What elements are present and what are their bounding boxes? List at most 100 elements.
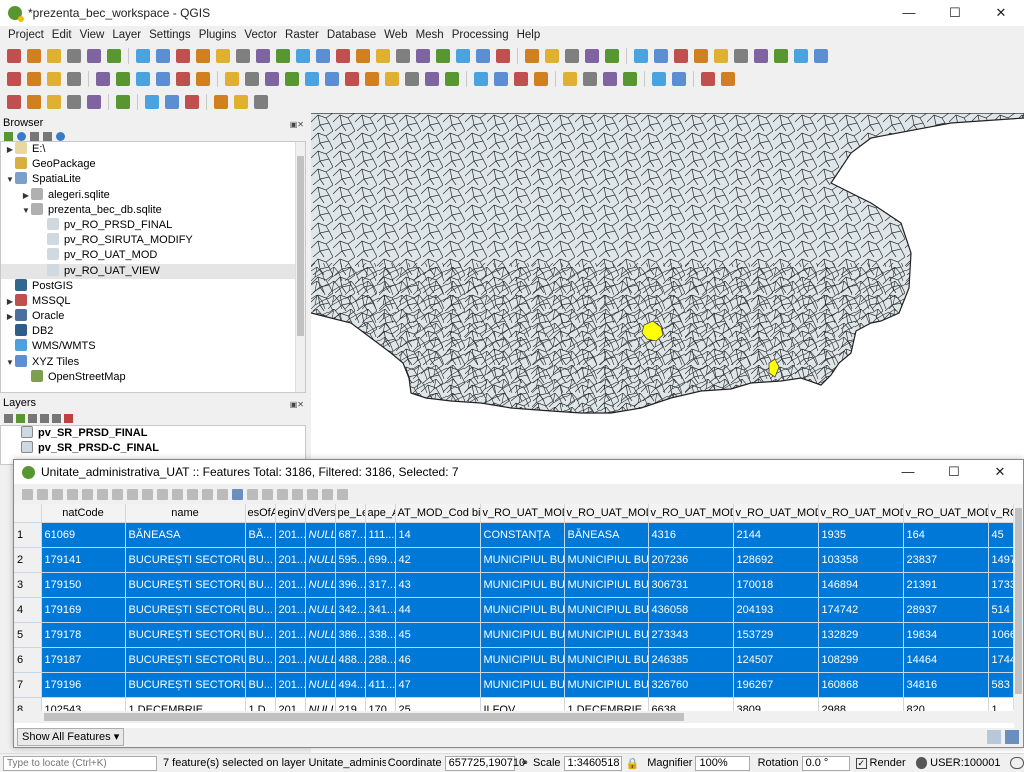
table-row[interactable]: 1 61069 BĂNEASA BĂ... 201... NULL 687... 111...… (14, 522, 1014, 548)
column-header[interactable]: esOfAu (245, 504, 276, 523)
toolbar-tool-icon[interactable] (565, 49, 579, 63)
column-header[interactable]: AT_MOD_Cod birou (395, 504, 481, 523)
toolbar-tool-icon[interactable] (494, 72, 508, 86)
table-cell[interactable]: BU... (245, 672, 276, 698)
toolbar-tool-icon[interactable] (345, 72, 359, 86)
table-cell[interactable]: 207236 (648, 547, 734, 573)
menu-project[interactable]: Project (4, 29, 48, 41)
toolbar-tool-icon[interactable] (216, 49, 230, 63)
maximize-button[interactable]: ☐ (932, 0, 978, 26)
attr-toolbar-icon[interactable] (142, 488, 153, 500)
table-cell[interactable]: BU... (245, 597, 276, 623)
table-cell[interactable]: BU... (245, 547, 276, 573)
lock-icon[interactable]: 🔒 (626, 757, 640, 770)
toolbar-tool-icon[interactable] (145, 95, 159, 109)
table-vertical-scrollbar[interactable] (1013, 504, 1023, 710)
toolbar-tool-icon[interactable] (156, 72, 170, 86)
toolbar-tool-icon[interactable] (236, 49, 250, 63)
column-header[interactable]: ape_A (365, 504, 396, 523)
attr-toolbar-icon[interactable] (307, 488, 318, 500)
toolbar-tool-icon[interactable] (265, 72, 279, 86)
table-cell[interactable]: 342... (335, 597, 366, 623)
toolbar-tool-icon[interactable] (545, 49, 559, 63)
toolbar-tool-icon[interactable] (96, 72, 110, 86)
form-view-icon[interactable] (987, 729, 1001, 744)
table-cell[interactable]: NULL (305, 547, 336, 573)
toolbar-tool-icon[interactable] (425, 72, 439, 86)
toolbar-tool-icon[interactable] (474, 72, 488, 86)
table-cell[interactable]: 201... (275, 572, 306, 598)
attr-toolbar-icon[interactable] (247, 488, 258, 500)
toolbar-tool-icon[interactable] (356, 49, 370, 63)
attr-toolbar-icon[interactable] (172, 488, 183, 500)
toolbar-tool-icon[interactable] (514, 72, 528, 86)
toolbar-tool-icon[interactable] (225, 72, 239, 86)
toolbar-tool-icon[interactable] (136, 72, 150, 86)
table-cell[interactable]: MUNICIPIUL BU... (480, 572, 565, 598)
browser-item[interactable]: ▶ Oracle (1, 309, 305, 324)
table-cell[interactable]: MUNICIPIUL BU... (480, 672, 565, 698)
toolbar-tool-icon[interactable] (654, 49, 668, 63)
table-cell[interactable]: NULL (305, 672, 336, 698)
table-cell[interactable]: 34816 (903, 672, 989, 698)
attr-toolbar-icon[interactable] (232, 488, 243, 500)
toolbar-tool-icon[interactable] (136, 49, 150, 63)
table-cell[interactable]: NULL (305, 597, 336, 623)
attr-toolbar-icon[interactable] (292, 488, 303, 500)
table-cell[interactable]: 132829 (818, 622, 904, 648)
table-cell[interactable]: BU... (245, 622, 276, 648)
table-cell[interactable]: 699... (365, 547, 396, 573)
table-cell[interactable]: 153729 (733, 622, 819, 648)
toolbar-tool-icon[interactable] (563, 72, 577, 86)
attr-toolbar-icon[interactable] (277, 488, 288, 500)
table-cell[interactable]: MUNICIPIUL BU... (480, 547, 565, 573)
table-cell[interactable]: BU... (245, 647, 276, 673)
toolbar-tool-icon[interactable] (67, 49, 81, 63)
table-cell[interactable]: MUNICIPIUL BU... (480, 647, 565, 673)
column-header[interactable]: pe_Ler (335, 504, 366, 523)
toolbar-tool-icon[interactable] (734, 49, 748, 63)
crs-label[interactable]: USER:100001 (930, 757, 1000, 769)
browser-item[interactable]: ▶ MSSQL (1, 293, 305, 309)
table-cell[interactable]: NULL (305, 522, 336, 548)
table-cell[interactable]: 103358 (818, 547, 904, 573)
toolbar-tool-icon[interactable] (416, 49, 430, 63)
toolbar-tool-icon[interactable] (296, 49, 310, 63)
table-cell[interactable]: 595... (335, 547, 366, 573)
table-cell[interactable]: 45 (395, 622, 481, 648)
row-number[interactable]: 4 (14, 597, 42, 623)
toolbar-tool-icon[interactable] (165, 95, 179, 109)
coordinate-field[interactable]: 657725,190710 (444, 755, 525, 771)
toolbar-tool-icon[interactable] (256, 49, 270, 63)
expand-arrow-icon[interactable]: ▼ (5, 355, 15, 370)
toolbar-tool-icon[interactable] (176, 49, 190, 63)
toolbar-tool-icon[interactable] (336, 49, 350, 63)
table-cell[interactable]: MUNICIPIUL BU... (564, 597, 649, 623)
table-view-icon[interactable] (1005, 729, 1019, 744)
toolbar-tool-icon[interactable] (701, 72, 715, 86)
column-header[interactable]: v_RO_ (988, 504, 1014, 523)
table-cell[interactable]: 179141 (41, 547, 126, 573)
menu-plugins[interactable]: Plugins (195, 29, 241, 41)
browser-item[interactable]: ▼ prezenta_bec_db.sqlite (1, 202, 305, 218)
table-row[interactable]: 6179187BUCUREȘTI SECTORUL 5BU...201...NU… (14, 647, 1014, 673)
table-cell[interactable]: 306731 (648, 572, 734, 598)
row-number[interactable]: 6 (14, 647, 42, 673)
table-cell[interactable]: 1733 (988, 572, 1014, 598)
layer-item[interactable]: pv_SR_PRSD_FINAL (1, 426, 305, 441)
table-cell[interactable]: MUNICIPIUL BU... (564, 622, 649, 648)
filter-icon[interactable] (30, 131, 39, 141)
toolbar-tool-icon[interactable] (672, 72, 686, 86)
panel-float-close-icon[interactable]: ▣✕ (290, 117, 304, 133)
table-row[interactable]: 4179169BUCUREȘTI SECTORUL 3BU...201...NU… (14, 597, 1014, 623)
table-cell[interactable]: MUNICIPIUL BU... (564, 647, 649, 673)
table-cell[interactable]: 201... (275, 597, 306, 623)
expand-arrow-icon[interactable]: ▶ (21, 188, 31, 203)
toolbar-tool-icon[interactable] (585, 49, 599, 63)
toolbar-tool-icon[interactable] (436, 49, 450, 63)
browser-item[interactable]: DB2 (1, 324, 305, 339)
toolbar-tool-icon[interactable] (47, 49, 61, 63)
row-number[interactable]: 7 (14, 672, 42, 698)
toolbar-tool-icon[interactable] (107, 49, 121, 63)
toolbar-tool-icon[interactable] (67, 72, 81, 86)
